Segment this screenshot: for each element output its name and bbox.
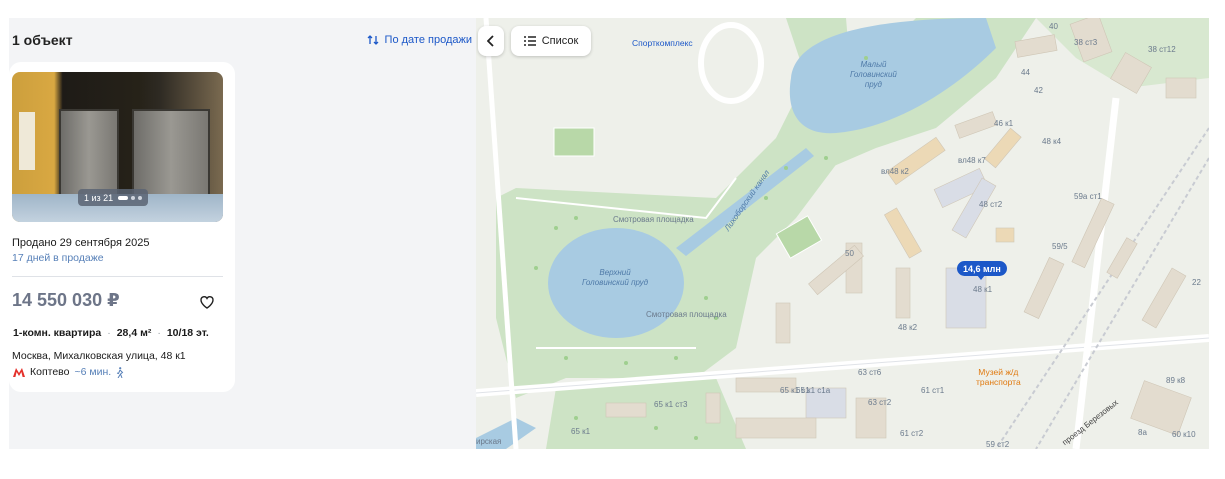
building-number: 65 к1 с1а — [796, 386, 831, 395]
metro-icon — [13, 368, 25, 377]
days-on-sale: 17 дней в продаже — [12, 252, 104, 264]
building-number: 59 ст2 — [986, 440, 1010, 449]
building-number: 50 — [845, 249, 854, 258]
sort-button[interactable]: По дате продажи — [367, 34, 472, 46]
building-number: 63 ст2 — [868, 398, 892, 407]
results-panel: 1 объект По дате продажи 1 из 21 Продано… — [9, 18, 476, 449]
building-number: 59а ст1 — [1074, 192, 1102, 201]
address: Москва, Михалковская улица, 48 к1 — [12, 350, 186, 362]
building-number: вл48 к7 — [958, 156, 986, 165]
map-label-viewpoint-bottom[interactable]: Смотровая площадка — [646, 310, 727, 319]
chevron-left-icon — [487, 35, 494, 47]
list-view-button[interactable]: Список — [511, 26, 591, 56]
listing-card[interactable]: 1 из 21 Продано 29 сентября 2025 17 дней… — [9, 62, 235, 392]
building-number: 65 к1 ст3 — [654, 400, 688, 409]
divider — [12, 276, 223, 277]
photo-counter: 1 из 21 — [84, 192, 114, 203]
map[interactable]: Список Спорткомплекс Малый Головинский п… — [476, 18, 1209, 449]
back-button[interactable] — [478, 26, 504, 56]
sold-date: Продано 29 сентября 2025 — [12, 237, 150, 249]
area: 28,4 м² — [116, 327, 152, 339]
building-number: 48 к1 — [973, 285, 993, 294]
map-label-sport[interactable]: Спорткомплекс — [632, 38, 693, 48]
building-number: 46 к1 — [994, 119, 1014, 128]
map-label-small-pond: Малый Головинский пруд — [850, 60, 897, 89]
building-number: 48 к2 — [898, 323, 918, 332]
list-icon — [523, 36, 536, 46]
listing-price: 14 550 030 ₽ — [12, 290, 120, 310]
photo-counter-badge: 1 из 21 — [78, 189, 149, 206]
app: 1 объект По дате продажи 1 из 21 Продано… — [9, 18, 1209, 449]
wall-sign — [19, 112, 35, 170]
building-number: 48 к4 — [1042, 137, 1062, 146]
sort-icon — [367, 35, 379, 45]
metro-station: Коптево — [30, 366, 70, 378]
rooms: 1-комн. квартира — [13, 327, 102, 339]
floor-info: 10/18 эт. — [166, 327, 209, 339]
listing-specs: 1-комн. квартира · 28,4 м² · 10/18 эт. — [13, 327, 209, 339]
map-label-museum[interactable]: Музей ж/д транспорта — [976, 367, 1021, 387]
favorite-heart-icon[interactable] — [199, 294, 215, 310]
building-number: 65 к1 — [571, 427, 591, 436]
building-number: 89 к8 — [1166, 376, 1186, 385]
map-label-viewpoint-top[interactable]: Смотровая площадка — [613, 215, 694, 224]
building-number: 48 ст2 — [979, 200, 1003, 209]
building-number: 60 к10 — [1172, 430, 1196, 439]
walking-person-icon — [117, 366, 124, 378]
building-number: 40 — [1049, 22, 1058, 31]
results-count: 1 объект — [12, 32, 73, 48]
building-number: 61 ст1 — [921, 386, 945, 395]
price-pin[interactable]: 14,6 млн — [957, 261, 1007, 280]
metro-info: Коптево ~6 мин. — [13, 366, 124, 378]
building-number: 8а — [1138, 428, 1147, 437]
listing-photo[interactable]: 1 из 21 — [12, 72, 223, 222]
photo-dots — [118, 195, 143, 200]
map-label-big-pond: Верхний Головинский пруд — [582, 268, 649, 287]
list-view-label: Список — [541, 35, 579, 47]
sort-label: По дате продажи — [384, 34, 472, 46]
results-header: 1 объект По дате продажи — [9, 18, 476, 62]
map-label-street-left: ирская — [476, 437, 502, 446]
building-number: 44 — [1021, 68, 1030, 77]
map-canvas[interactable] — [476, 18, 1209, 449]
building-number: 42 — [1034, 86, 1043, 95]
building-number: 38 ст3 — [1074, 38, 1098, 47]
building-number: 59/5 — [1052, 242, 1068, 251]
building-number: 63 ст6 — [858, 368, 882, 377]
building-number: 38 ст12 — [1148, 45, 1176, 54]
building-number: 22 — [1192, 278, 1201, 287]
building-number: 61 ст2 — [900, 429, 924, 438]
building-number: вл48 к2 — [881, 167, 909, 176]
metro-walk-time: ~6 мин. — [74, 366, 112, 378]
